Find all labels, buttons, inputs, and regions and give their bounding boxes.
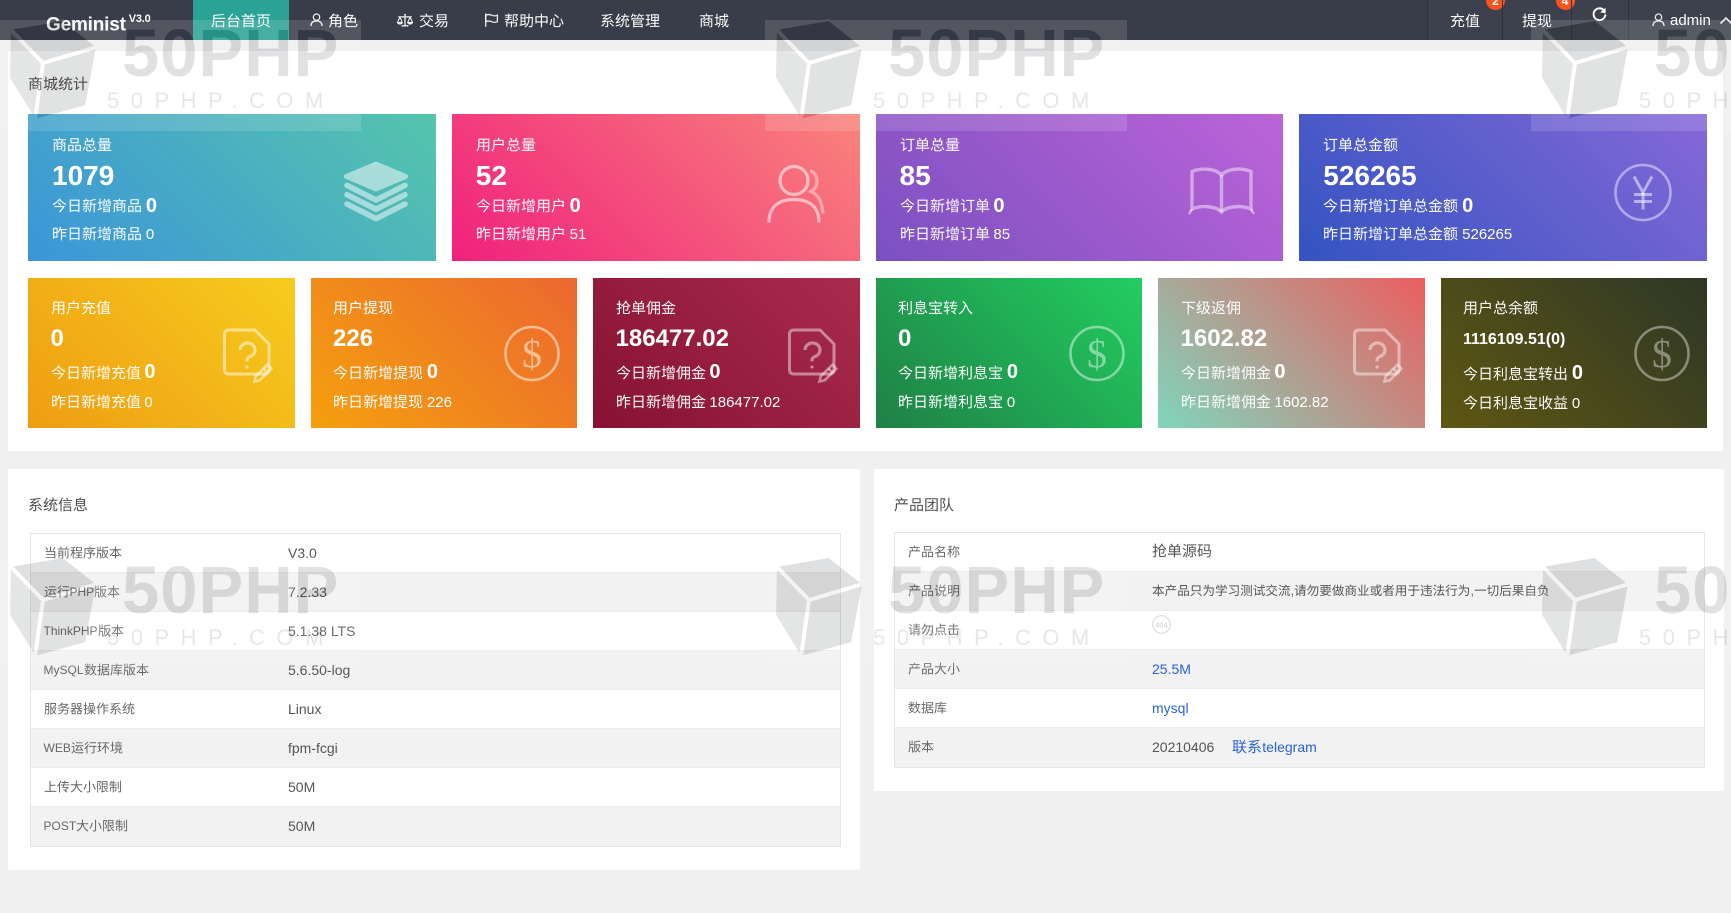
svg-text:404: 404 [1155,621,1168,630]
svg-text:$: $ [1652,332,1672,377]
svg-text:$: $ [522,332,542,377]
svg-text:$: $ [1087,332,1107,377]
